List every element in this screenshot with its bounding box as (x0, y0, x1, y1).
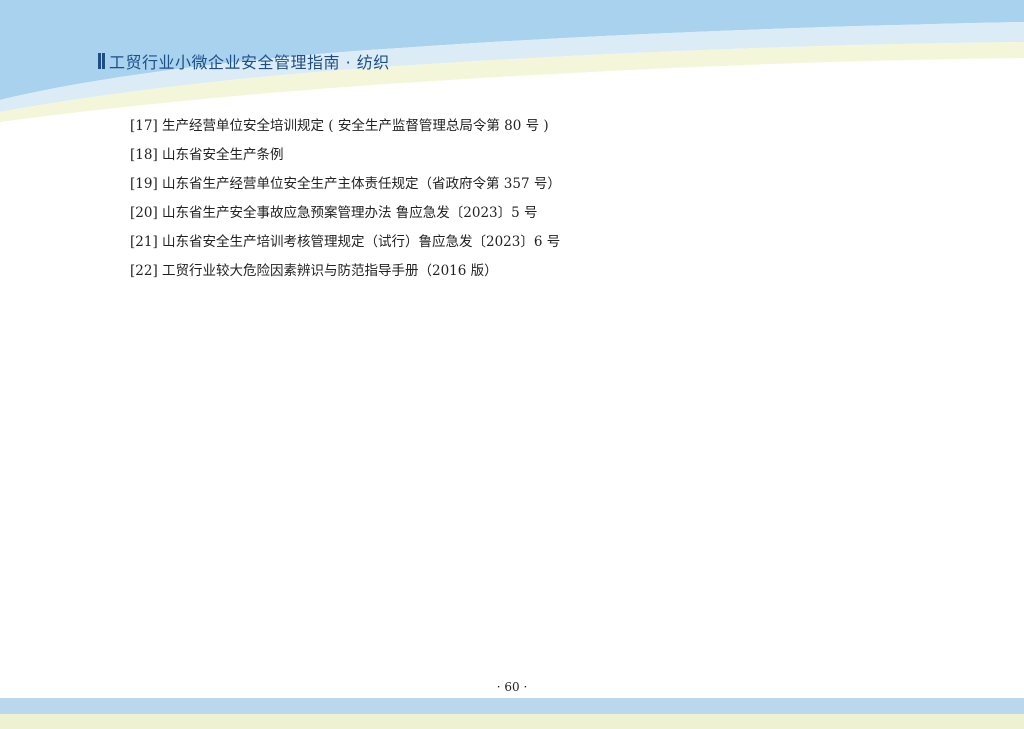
page-number: · 60 · (496, 680, 528, 694)
double-bar-icon (98, 53, 105, 69)
reference-item-19: [19] 山东省生产经营单位安全生产主体责任规定（省政府令第 357 号） (130, 176, 561, 192)
reference-list: [17] 生产经营单位安全培训规定 ( 安全生产监督管理总局令第 80 号 ) … (130, 112, 561, 286)
reference-item-17: [17] 生产经营单位安全培训规定 ( 安全生产监督管理总局令第 80 号 ) (130, 118, 549, 134)
footer-band-yellow (0, 714, 1024, 729)
document-page: 工贸行业小微企业安全管理指南 · 纺织 [17] 生产经营单位安全培训规定 ( … (0, 0, 1024, 729)
footer-band-blue (0, 698, 1024, 714)
reference-item-18: [18] 山东省安全生产条例 (130, 147, 284, 163)
header-title-text: 工贸行业小微企业安全管理指南 · 纺织 (109, 53, 390, 72)
header-title: 工贸行业小微企业安全管理指南 · 纺织 (98, 48, 390, 74)
reference-item-22: [22] 工贸行业较大危险因素辨识与防范指导手册（2016 版） (130, 263, 498, 279)
reference-item-21: [21] 山东省安全生产培训考核管理规定（试行）鲁应急发〔2023〕6 号 (130, 234, 561, 250)
reference-item-20: [20] 山东省生产安全事故应急预案管理办法 鲁应急发〔2023〕5 号 (130, 205, 538, 221)
